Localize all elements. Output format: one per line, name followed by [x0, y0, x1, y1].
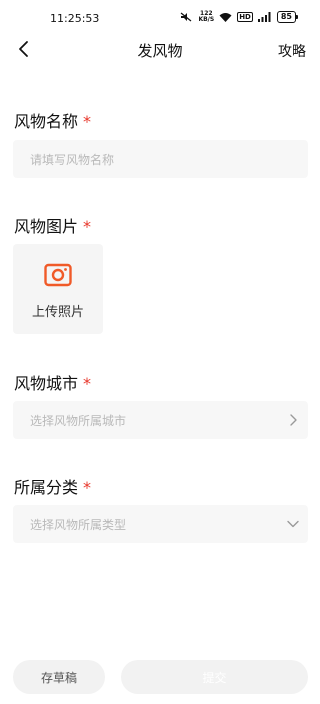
required-mark: *	[83, 478, 92, 497]
required-mark: *	[83, 374, 92, 393]
status-icons: 122 KB/S HD 85	[180, 11, 299, 23]
page-title: 发风物	[137, 42, 183, 60]
city-label-text: 风物城市	[14, 374, 79, 393]
status-time: 11:25:53	[50, 12, 100, 25]
upload-photo-button[interactable]: 上传照片	[13, 244, 103, 334]
net-speed: 122 KB/S	[198, 11, 214, 23]
category-select-placeholder: 选择风物所属类型	[30, 518, 127, 532]
required-mark: *	[83, 217, 92, 236]
mute-icon	[181, 12, 192, 22]
wifi-icon	[219, 13, 232, 22]
nav-bar: 发风物 攻略	[0, 34, 320, 64]
name-input[interactable]: 请填写风物名称	[13, 140, 308, 178]
city-select[interactable]: 选择风物所属城市	[13, 401, 308, 439]
name-label-text: 风物名称	[14, 112, 79, 131]
net-speed-unit: KB/S	[198, 16, 215, 23]
name-label: 风物名称 *	[14, 108, 91, 132]
signal-icon	[257, 12, 271, 22]
chevron-down-icon	[287, 520, 299, 528]
category-label-text: 所属分类	[14, 478, 79, 497]
chevron-right-icon	[290, 414, 297, 426]
status-bar: 11:25:53 122 KB/S HD 85	[0, 0, 320, 34]
battery-indicator: 85	[276, 11, 299, 23]
category-label: 所属分类 *	[14, 474, 91, 498]
submit-button[interactable]: 提交	[121, 660, 308, 694]
upload-photo-label: 上传照片	[31, 305, 84, 320]
image-label: 风物图片 *	[14, 213, 91, 237]
guide-link[interactable]: 攻略	[278, 41, 306, 61]
category-select[interactable]: 选择风物所属类型	[13, 505, 308, 543]
name-input-placeholder: 请填写风物名称	[30, 153, 115, 167]
image-label-text: 风物图片	[14, 217, 79, 236]
save-draft-button[interactable]: 存草稿	[13, 660, 105, 694]
camera-icon	[44, 263, 72, 287]
city-label: 风物城市 *	[14, 370, 91, 394]
hd-badge: HD	[237, 12, 253, 22]
city-select-placeholder: 选择风物所属城市	[30, 414, 127, 428]
required-mark: *	[83, 112, 92, 131]
